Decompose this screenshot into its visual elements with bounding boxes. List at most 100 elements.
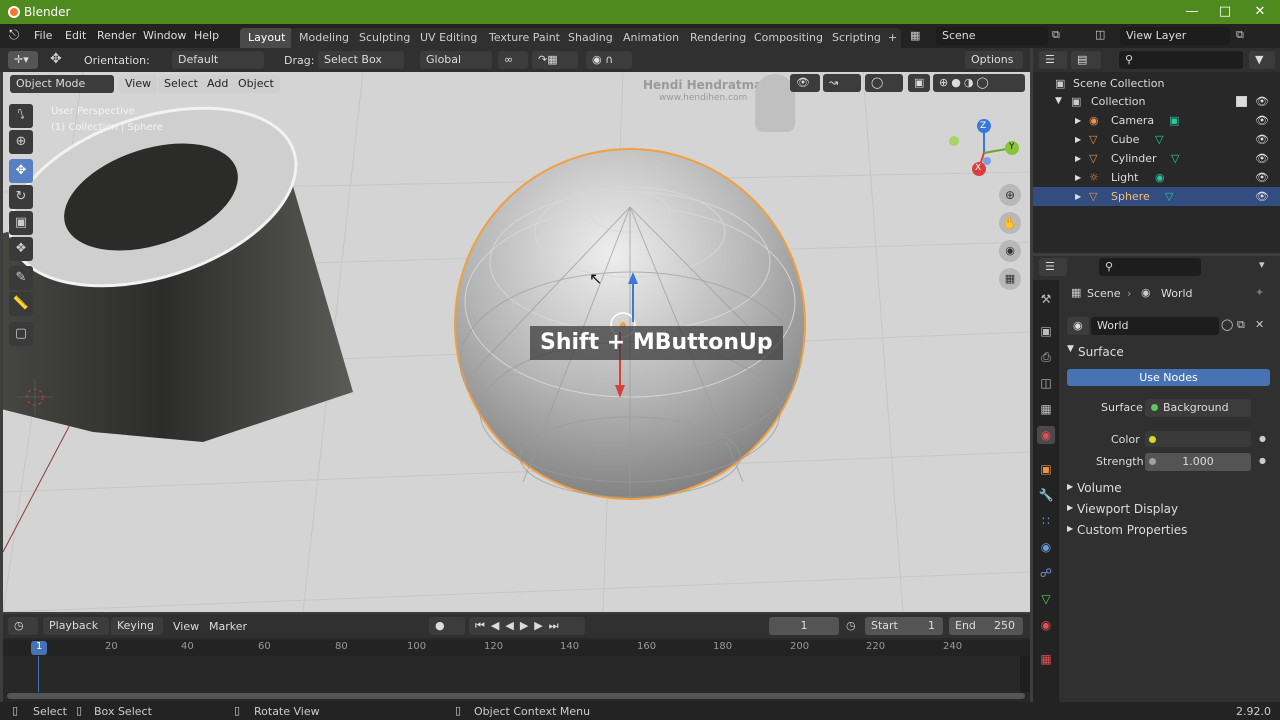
tab-layout[interactable]: Layout: [240, 28, 294, 48]
options-dropdown[interactable]: Options: [965, 51, 1023, 69]
filter-icon[interactable]: ▼: [1249, 51, 1275, 69]
outliner-search-input[interactable]: ⚲: [1119, 51, 1243, 69]
surface-panel-header[interactable]: Surface: [1078, 345, 1124, 359]
tab-animation[interactable]: Animation: [615, 28, 688, 48]
scene-tab-icon[interactable]: ▦: [1037, 400, 1055, 418]
breadcrumb-world[interactable]: World: [1161, 287, 1193, 300]
frame-ruler[interactable]: 1 20 40 60 80 100 120 140 160 180 200 22…: [3, 640, 1030, 656]
strength-field[interactable]: 1.000: [1145, 453, 1251, 471]
object-mode-dropdown[interactable]: Object Mode: [10, 75, 114, 93]
world-name-field[interactable]: World: [1091, 317, 1219, 335]
tab-shading[interactable]: Shading: [560, 28, 621, 48]
tab-scripting[interactable]: Scripting: [824, 28, 889, 48]
timeline-editor-type-icon[interactable]: ◷: [8, 617, 38, 635]
physics-tab-icon[interactable]: ◉: [1037, 538, 1055, 556]
custom-properties-panel-arrow-icon[interactable]: ▶: [1067, 524, 1073, 533]
volume-panel-arrow-icon[interactable]: ▶: [1067, 482, 1073, 491]
xray-toggle-icon[interactable]: ▣: [908, 74, 930, 92]
display-mode-icon[interactable]: ▤: [1071, 51, 1101, 69]
add-cube-tool-icon[interactable]: ▢: [9, 322, 33, 346]
outliner-item-light[interactable]: ▶ ☼ Light ◉ 👁: [1033, 168, 1280, 187]
particles-tab-icon[interactable]: ∷: [1037, 512, 1055, 530]
camera-view-icon[interactable]: ◉: [999, 240, 1021, 262]
menu-add[interactable]: Add: [201, 75, 235, 93]
tab-modeling[interactable]: Modeling: [291, 28, 358, 48]
color-keyframe-dot[interactable]: ●: [1259, 434, 1266, 443]
viewport-display-panel-arrow-icon[interactable]: ▶: [1067, 503, 1073, 512]
tool-tab-icon[interactable]: ⚒: [1037, 290, 1055, 308]
menu-edit[interactable]: Edit: [65, 29, 86, 42]
start-frame-field[interactable]: Start 1: [865, 617, 943, 635]
outliner-item-cylinder[interactable]: ▶ ▽ Cylinder ▽ 👁: [1033, 149, 1280, 168]
pin-icon[interactable]: ✦: [1255, 286, 1264, 299]
new-scene-icon[interactable]: ⧉: [1052, 28, 1060, 42]
fake-user-shield-icon[interactable]: ◯: [1221, 318, 1233, 331]
orientation-dropdown[interactable]: Default: [172, 51, 264, 69]
constraints-tab-icon[interactable]: ☍: [1037, 564, 1055, 582]
perspective-toggle-icon[interactable]: ▦: [999, 268, 1021, 290]
visibility-eye-icon[interactable]: 👁: [1255, 111, 1269, 130]
unlink-world-icon[interactable]: ✕: [1255, 318, 1264, 331]
overlay-toggle-icon[interactable]: ◯: [865, 74, 903, 92]
material-tab-icon[interactable]: ◉: [1037, 616, 1055, 634]
properties-search-input[interactable]: ⚲: [1099, 258, 1201, 276]
tab-compositing[interactable]: Compositing: [746, 28, 831, 48]
object-tab-icon[interactable]: ▣: [1037, 460, 1055, 478]
cursor-tool-icon[interactable]: ⊕: [9, 130, 33, 154]
timeline-menu-view[interactable]: View: [173, 620, 199, 633]
proportional-edit-icon[interactable]: ◉ ∩: [586, 51, 632, 69]
maximize-button[interactable]: □: [1209, 2, 1241, 22]
outliner-collection[interactable]: ▼ ▣ Collection 👁: [1033, 92, 1280, 111]
new-view-layer-icon[interactable]: ⧉: [1236, 28, 1244, 42]
current-frame-field[interactable]: 1: [769, 617, 839, 635]
visibility-dropdown-icon[interactable]: 👁: [790, 74, 820, 92]
expand-arrow-icon[interactable]: ▶: [1075, 130, 1081, 149]
render-tab-icon[interactable]: ▣: [1037, 322, 1055, 340]
blender-menu-icon[interactable]: ⎋: [9, 28, 19, 43]
volume-panel-header[interactable]: Volume: [1077, 481, 1122, 495]
color-swatch[interactable]: [1145, 431, 1251, 447]
menu-object[interactable]: Object: [232, 75, 280, 93]
use-nodes-button[interactable]: Use Nodes: [1067, 369, 1270, 386]
data-tab-icon[interactable]: ▽: [1037, 590, 1055, 608]
3d-viewport[interactable]: Z Y X ⊕ ✋ ◉ ▦ User Perspective (1) Colle…: [3, 72, 1030, 612]
end-frame-field[interactable]: End 250: [949, 617, 1023, 635]
drag-dropdown[interactable]: Select Box: [318, 51, 404, 69]
add-workspace-button[interactable]: +: [884, 28, 902, 48]
custom-properties-panel-header[interactable]: Custom Properties: [1077, 523, 1187, 537]
auto-keying-icon[interactable]: ●: [429, 617, 465, 635]
menu-select[interactable]: Select: [158, 75, 204, 93]
texture-tab-icon[interactable]: ▦: [1037, 650, 1055, 668]
visibility-eye-icon[interactable]: 👁: [1255, 130, 1269, 149]
timeline-menu-marker[interactable]: Marker: [209, 620, 247, 633]
gizmo-toggle-icon[interactable]: ↝: [823, 74, 861, 92]
expand-arrow-icon[interactable]: ▶: [1075, 187, 1081, 206]
expand-arrow-icon[interactable]: ▶: [1075, 111, 1081, 130]
menu-window[interactable]: Window: [143, 29, 186, 42]
sphere-object[interactable]: [454, 148, 806, 500]
world-browse-icon[interactable]: ◉: [1067, 317, 1089, 335]
timeline-scrollbar[interactable]: [7, 693, 1025, 699]
playback-controls[interactable]: ⏮◀◀▶▶⏭: [469, 617, 585, 635]
preview-range-clock-icon[interactable]: ◷: [846, 619, 856, 632]
outliner-editor-type-icon[interactable]: ☰: [1039, 51, 1067, 69]
tab-uv-editing[interactable]: UV Editing: [412, 28, 486, 48]
shading-mode-icons[interactable]: ⊕●◑◯: [933, 74, 1025, 92]
transform-tool-icon[interactable]: ❖: [9, 237, 33, 261]
visibility-eye-icon[interactable]: 👁: [1255, 187, 1269, 206]
close-button[interactable]: ✕: [1244, 2, 1276, 22]
pan-hand-icon[interactable]: ✋: [999, 212, 1021, 234]
viewport-display-panel-header[interactable]: Viewport Display: [1077, 502, 1178, 516]
surface-shader-field[interactable]: Background: [1145, 399, 1251, 417]
tab-rendering[interactable]: Rendering: [682, 28, 755, 48]
visibility-eye-icon[interactable]: 👁: [1255, 168, 1269, 187]
collapse-arrow-icon[interactable]: ▼: [1055, 92, 1062, 111]
editor-type-button[interactable]: ✛▾: [8, 51, 38, 69]
transform-orientation-dropdown[interactable]: Global: [420, 51, 492, 69]
scene-field[interactable]: Scene: [936, 27, 1048, 45]
world-tab-icon[interactable]: ◉: [1037, 426, 1055, 444]
properties-options-icon[interactable]: ▾: [1259, 258, 1265, 271]
outliner-item-camera[interactable]: ▶ ◉ Camera ▣ 👁: [1033, 111, 1280, 130]
surface-panel-arrow-icon[interactable]: ▼: [1067, 344, 1074, 354]
expand-arrow-icon[interactable]: ▶: [1075, 168, 1081, 187]
